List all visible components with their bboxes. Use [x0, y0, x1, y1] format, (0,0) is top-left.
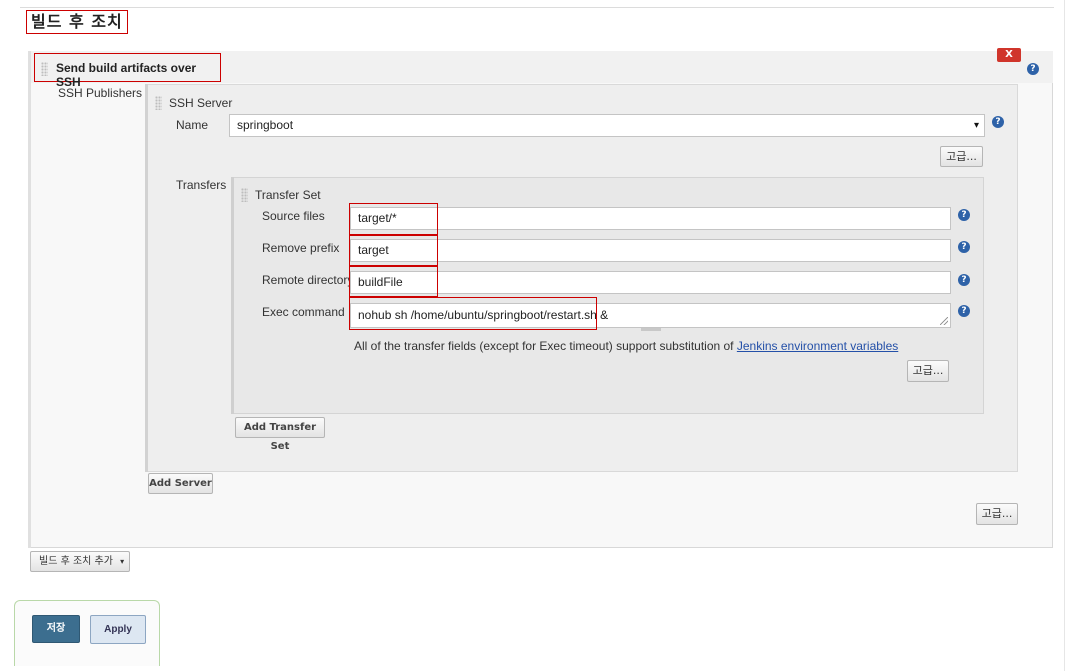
exec-command-label: Exec command [262, 305, 345, 319]
add-server-button[interactable]: Add Server [148, 473, 213, 494]
transfer-set-advanced-button[interactable]: 고급... [907, 360, 949, 382]
section-title: 빌드 후 조치 [26, 10, 128, 34]
ssh-server-advanced-button[interactable]: 고급... [940, 146, 983, 167]
add-post-build-action-button[interactable]: 빌드 후 조치 추가 ▾ [30, 551, 130, 572]
textarea-drag-bar[interactable] [641, 328, 661, 331]
jenkins-env-vars-link[interactable]: Jenkins environment variables [737, 339, 898, 353]
source-files-label: Source files [262, 209, 325, 223]
name-label: Name [176, 118, 209, 132]
right-edge-divider [1064, 0, 1065, 671]
name-select[interactable]: springboot ▾ [229, 114, 985, 137]
save-button[interactable]: 저장 [32, 615, 80, 643]
ssh-server-left-bar [145, 84, 148, 472]
drag-grip-icon[interactable] [155, 96, 162, 110]
drag-grip-icon[interactable] [41, 62, 48, 76]
help-icon[interactable]: ? [958, 274, 970, 286]
help-icon[interactable]: ? [1027, 63, 1039, 75]
publisher-left-bar [28, 51, 31, 548]
help-icon[interactable]: ? [958, 209, 970, 221]
transfers-label: Transfers [176, 178, 227, 192]
remove-prefix-label: Remove prefix [262, 241, 340, 255]
help-icon[interactable]: ? [958, 305, 970, 317]
remote-directory-label: Remote directory [262, 273, 354, 287]
delete-publisher-button[interactable]: X [997, 48, 1021, 62]
publisher-advanced-button[interactable]: 고급... [976, 503, 1018, 525]
substitution-note-text: All of the transfer fields (except for E… [354, 339, 737, 353]
dropdown-arrow-icon: ▾ [120, 557, 125, 566]
help-icon[interactable]: ? [958, 241, 970, 253]
transfer-set-left-bar [231, 177, 234, 414]
remote-directory-input[interactable]: buildFile [350, 271, 951, 294]
apply-button[interactable]: Apply [90, 615, 146, 644]
publisher-title-box: Send build artifacts over SSH [34, 53, 221, 89]
source-files-input[interactable]: target/* [350, 207, 951, 230]
substitution-note: All of the transfer fields (except for E… [354, 339, 898, 353]
transfer-set-title: Transfer Set [255, 188, 321, 202]
remove-prefix-highlight [349, 235, 438, 266]
remote-directory-highlight [349, 266, 438, 297]
ssh-publishers-label: SSH Publishers [58, 86, 143, 100]
remove-prefix-input[interactable]: target [350, 239, 951, 262]
top-divider [20, 7, 1054, 8]
help-icon[interactable]: ? [992, 116, 1004, 128]
name-select-value: springboot [237, 118, 294, 132]
add-transfer-set-button[interactable]: Add Transfer Set [235, 417, 325, 452]
ssh-server-title: SSH Server [169, 96, 233, 110]
add-post-build-action-label: 빌드 후 조치 추가 [39, 556, 113, 567]
drag-grip-icon[interactable] [241, 188, 248, 202]
dropdown-arrow-icon: ▾ [973, 120, 979, 131]
source-files-highlight [349, 203, 438, 235]
resize-grip-icon[interactable] [940, 317, 948, 325]
exec-command-highlight [349, 297, 597, 330]
